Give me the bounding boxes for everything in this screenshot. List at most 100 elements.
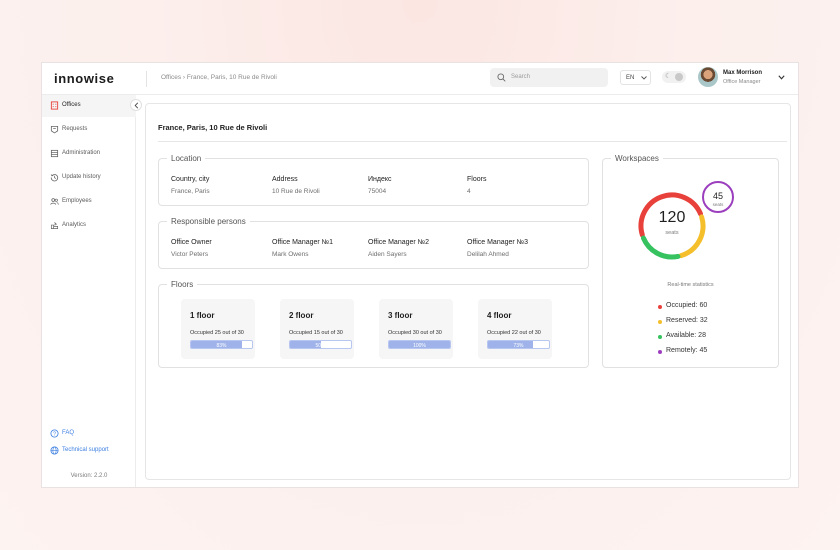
field-label: Office Manager №3 xyxy=(467,239,529,246)
progress-label: 83% xyxy=(216,342,227,349)
faq-label: FAQ xyxy=(62,430,75,436)
technical-support-label: Technical support xyxy=(62,447,109,453)
question-circle-icon: ? xyxy=(50,429,59,438)
app-window: innowise Offices › France, Paris, 10 Rue… xyxy=(41,62,799,488)
floor-card[interactable]: 3 floor Occupied 30 out of 30 100% xyxy=(379,299,453,359)
field-value: 10 Rue de Rivoli xyxy=(272,188,320,195)
legend-label: Remotely: 45 xyxy=(666,347,708,354)
location-field-country: Country, city France, Paris xyxy=(171,176,210,195)
responsible-manager-3: Office Manager №3 Delilah Ahmed xyxy=(467,239,528,258)
search-icon xyxy=(497,73,506,82)
remote-seats-unit: seats xyxy=(713,202,725,207)
collapse-sidebar-button[interactable] xyxy=(130,99,142,111)
requests-icon xyxy=(50,125,59,134)
field-label: Floors xyxy=(467,176,487,183)
floor-card[interactable]: 2 floor Occupied 15 out of 30 50% xyxy=(280,299,354,359)
administration-icon xyxy=(50,149,59,158)
occupancy-progress-bar: 83% xyxy=(190,340,253,349)
responsible-persons-heading: Responsible persons xyxy=(171,217,246,226)
status-dot xyxy=(658,320,662,324)
chevron-down-icon[interactable] xyxy=(778,75,785,80)
progress-label: 100% xyxy=(413,342,426,349)
field-value: 4 xyxy=(467,188,471,195)
field-label: Office Manager №2 xyxy=(368,239,430,246)
sidebar-item-analytics[interactable]: Analytics xyxy=(42,215,136,237)
status-dot xyxy=(658,350,662,354)
location-field-floors: Floors 4 xyxy=(467,176,486,195)
total-seats-unit: seats xyxy=(665,230,678,236)
floor-occupancy: Occupied 15 out of 30 xyxy=(289,330,343,336)
language-select[interactable]: EN xyxy=(620,70,651,85)
sidebar-item-requests[interactable]: Requests xyxy=(42,119,136,141)
language-value: EN xyxy=(626,75,635,81)
page-title: France, Paris, 10 Rue de Rivoli xyxy=(158,123,268,132)
svg-text:?: ? xyxy=(53,431,56,437)
field-value: 75004 xyxy=(368,188,387,195)
location-heading: Location xyxy=(171,154,202,163)
status-dot xyxy=(658,305,662,309)
floor-occupancy: Occupied 22 out of 30 xyxy=(487,330,541,336)
sidebar-item-label: Offices xyxy=(62,102,81,108)
user-role: Office Manager xyxy=(723,79,761,85)
sidebar: Offices Requests Administration Update h… xyxy=(42,95,142,487)
floor-name: 2 floor xyxy=(289,311,314,320)
app-version: Version: 2.2.0 xyxy=(70,473,108,479)
search-input[interactable]: Search xyxy=(490,68,608,87)
globe-icon xyxy=(50,446,59,455)
field-label: Office Manager №1 xyxy=(272,239,334,246)
responsible-persons-section: Responsible persons Office Owner Victor … xyxy=(158,217,589,269)
top-bar: innowise Offices › France, Paris, 10 Rue… xyxy=(42,63,798,95)
floor-card[interactable]: 4 floor Occupied 22 out of 30 73% xyxy=(478,299,552,359)
sidebar-item-update-history[interactable]: Update history xyxy=(42,167,136,189)
sidebar-item-label: Requests xyxy=(62,126,88,132)
header-divider xyxy=(146,71,147,87)
breadcrumb[interactable]: Offices › France, Paris, 10 Rue de Rivol… xyxy=(161,74,277,81)
sidebar-item-label: Analytics xyxy=(62,222,87,228)
status-dot xyxy=(658,335,662,339)
responsible-manager-1: Office Manager №1 Mark Owens xyxy=(272,239,333,258)
sidebar-item-label: Employees xyxy=(62,198,92,204)
floor-card[interactable]: 1 floor Occupied 25 out of 30 83% xyxy=(181,299,255,359)
occupancy-progress-bar: 73% xyxy=(487,340,550,349)
logo[interactable]: innowise xyxy=(54,71,114,86)
donut-arcs xyxy=(638,192,706,260)
field-value: Delilah Ahmed xyxy=(467,251,509,258)
floors-heading: Floors xyxy=(171,280,194,289)
sidebar-item-offices[interactable]: Offices xyxy=(42,95,136,117)
sidebar-item-label: Update history xyxy=(62,174,101,180)
office-icon xyxy=(50,101,59,110)
sidebar-item-administration[interactable]: Administration xyxy=(42,143,136,165)
donut-segment xyxy=(640,235,681,260)
avatar[interactable] xyxy=(698,67,718,87)
floors-section: Floors 1 floor Occupied 25 out of 30 83%… xyxy=(158,280,589,368)
search-placeholder: Search xyxy=(511,74,531,80)
progress-label: 50% xyxy=(315,342,326,349)
location-field-index: Индекс 75004 xyxy=(368,176,392,195)
occupancy-progress-bar: 50% xyxy=(289,340,352,349)
occupancy-progress-bar: 100% xyxy=(388,340,451,349)
floor-occupancy: Occupied 25 out of 30 xyxy=(190,330,244,336)
workspaces-content: 120 seats 45 seats Real-time statistics … xyxy=(602,158,779,368)
user-name: Max Morrison xyxy=(723,70,763,76)
floor-name: 1 floor xyxy=(190,311,215,320)
floor-name: 3 floor xyxy=(388,311,413,320)
moon-icon: ☾ xyxy=(665,73,672,80)
history-icon xyxy=(50,174,59,182)
theme-toggle[interactable]: ☾ xyxy=(662,71,686,83)
location-field-address: Address 10 Rue de Rivoli xyxy=(272,176,320,195)
workspace-donut-chart: 120 seats 45 seats xyxy=(638,181,734,260)
floor-occupancy: Occupied 30 out of 30 xyxy=(388,330,442,336)
analytics-icon xyxy=(50,222,59,230)
chevron-left-icon xyxy=(134,102,139,109)
chevron-down-icon xyxy=(641,76,647,80)
field-label: Country, city xyxy=(171,176,210,183)
sidebar-item-label: Administration xyxy=(62,150,101,156)
stats-title: Real-time statistics xyxy=(667,282,714,288)
sidebar-item-employees[interactable]: Employees xyxy=(42,191,136,213)
field-label: Office Owner xyxy=(171,239,212,246)
total-seats-value: 120 xyxy=(659,209,686,226)
field-label: Индекс xyxy=(368,176,392,183)
field-value: Aiden Sayers xyxy=(368,251,407,258)
toggle-knob xyxy=(675,73,683,81)
field-value: Victor Peters xyxy=(171,251,209,258)
